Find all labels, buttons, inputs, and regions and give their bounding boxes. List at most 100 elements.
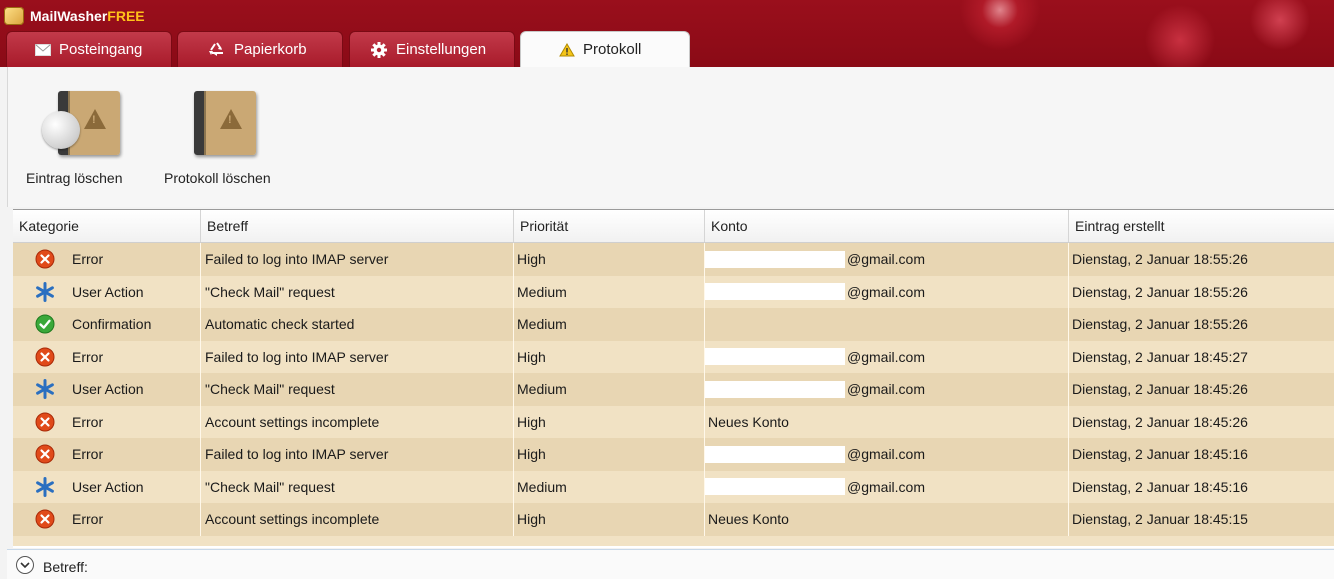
account-cell: @gmail.com xyxy=(705,438,1069,471)
redacted-email-mask xyxy=(705,250,845,268)
category-cell: Error xyxy=(13,243,201,276)
account-label: @gmail.com xyxy=(847,446,926,463)
account-cell: Neues Konto xyxy=(705,405,1069,438)
chevron-down-icon[interactable] xyxy=(16,556,34,574)
delete-log-label: Protokoll löschen xyxy=(164,170,271,186)
account-label: @gmail.com xyxy=(847,251,926,268)
category-cell: User Action xyxy=(13,275,201,308)
account-cell: Neues Konto xyxy=(705,503,1069,536)
account-label: @gmail.com xyxy=(847,381,926,398)
log-book-icon xyxy=(194,91,256,155)
created-cell: Dienstag, 2 Januar 18:45:16 xyxy=(1072,478,1248,495)
account-cell: @gmail.com xyxy=(705,340,1069,373)
category-cell: User Action xyxy=(13,373,201,406)
subject-cell: Account settings incomplete xyxy=(201,503,514,536)
category-cell: Error xyxy=(13,405,201,438)
priority-cell: High xyxy=(514,243,705,276)
table-row[interactable]: User Action "Check Mail" request Medium @gm… xyxy=(13,470,1334,503)
priority-cell: High xyxy=(514,503,705,536)
detail-panel: Betreff: xyxy=(7,549,1334,579)
subject-cell: Failed to log into IMAP server xyxy=(201,243,514,276)
table-row[interactable]: User Action "Check Mail" request Medium @gm… xyxy=(13,373,1334,406)
subject-cell: "Check Mail" request xyxy=(201,275,514,308)
redacted-email-mask xyxy=(705,283,845,301)
priority-cell: High xyxy=(514,438,705,471)
account-cell: @gmail.com xyxy=(705,470,1069,503)
created-cell: Dienstag, 2 Januar 18:55:26 xyxy=(1072,316,1248,333)
redacted-email-mask xyxy=(705,380,845,398)
delete-log-button[interactable]: Protokoll löschen xyxy=(158,67,298,197)
error-icon xyxy=(35,412,55,432)
tab-papierkorb[interactable]: Papierkorb xyxy=(177,31,343,67)
subject-cell: "Check Mail" request xyxy=(201,373,514,406)
log-table: Kategorie Betreff Priorität Konto Eintra… xyxy=(13,209,1334,548)
category-cell: Error xyxy=(13,503,201,536)
category-cell: Error xyxy=(13,438,201,471)
account-label: @gmail.com xyxy=(847,478,926,495)
column-header-betreff[interactable]: Betreff xyxy=(201,210,514,242)
account-label: @gmail.com xyxy=(847,283,926,300)
category-label: User Action xyxy=(72,478,144,495)
category-label: User Action xyxy=(72,381,144,398)
account-label: Neues Konto xyxy=(708,413,789,430)
detail-subject-label: Betreff: xyxy=(43,559,88,575)
delete-entry-label: Eintrag löschen xyxy=(26,170,123,186)
redacted-email-mask xyxy=(705,348,845,366)
account-cell xyxy=(705,308,1069,341)
redacted-email-mask xyxy=(705,478,845,496)
subject-cell: "Check Mail" request xyxy=(201,470,514,503)
category-label: Error xyxy=(72,511,104,528)
asterisk-icon xyxy=(35,379,55,400)
table-row[interactable] xyxy=(13,535,1334,546)
table-row[interactable]: Error Failed to log into IMAP server High @… xyxy=(13,340,1334,373)
priority-cell: Medium xyxy=(514,373,705,406)
account-label: Neues Konto xyxy=(708,511,789,528)
priority-cell: High xyxy=(514,405,705,438)
table-header: Kategorie Betreff Priorität Konto Eintra… xyxy=(13,210,1334,243)
error-icon xyxy=(35,347,55,367)
category-label: Error xyxy=(72,348,104,365)
column-header-kategorie[interactable]: Kategorie xyxy=(13,210,201,242)
priority-cell: High xyxy=(514,340,705,373)
column-header-konto[interactable]: Konto xyxy=(705,210,1069,242)
category-label: Error xyxy=(72,413,104,430)
table-row[interactable]: Confirmation Automatic check started Mediu… xyxy=(13,308,1334,341)
created-cell: Dienstag, 2 Januar 18:45:15 xyxy=(1072,511,1248,528)
priority-cell: Medium xyxy=(514,470,705,503)
table-row[interactable]: User Action "Check Mail" request Medium @gm… xyxy=(13,275,1334,308)
tab-posteingang[interactable]: Posteingang xyxy=(6,31,172,67)
check-icon xyxy=(35,314,55,334)
table-row[interactable]: Error Failed to log into IMAP server High @… xyxy=(13,243,1334,276)
toolbar: Eintrag löschen Protokoll löschen xyxy=(7,67,1334,207)
recycle-icon xyxy=(208,41,226,59)
priority-cell: Medium xyxy=(514,308,705,341)
tab-protokoll[interactable]: Protokoll xyxy=(520,31,690,67)
delete-entry-button[interactable]: Eintrag löschen xyxy=(18,67,168,197)
subject-cell: Automatic check started xyxy=(201,308,514,341)
category-label: User Action xyxy=(72,283,144,300)
table-body: Error Failed to log into IMAP server High @… xyxy=(13,243,1334,546)
table-row[interactable]: Error Failed to log into IMAP server High @… xyxy=(13,438,1334,471)
warning-icon xyxy=(559,42,575,57)
error-icon xyxy=(35,509,55,529)
table-row[interactable]: Error Account settings incomplete High Neue… xyxy=(13,405,1334,438)
column-header-prioritaet[interactable]: Priorität xyxy=(514,210,705,242)
envelope-icon xyxy=(35,43,51,56)
priority-cell: Medium xyxy=(514,275,705,308)
table-row[interactable]: Error Account settings incomplete High Neue… xyxy=(13,503,1334,536)
created-cell: Dienstag, 2 Januar 18:45:26 xyxy=(1072,381,1248,398)
column-header-eintrag-erstellt[interactable]: Eintrag erstellt xyxy=(1069,210,1334,242)
category-cell: User Action xyxy=(13,470,201,503)
created-cell: Dienstag, 2 Januar 18:45:16 xyxy=(1072,446,1248,463)
gear-icon xyxy=(370,41,388,59)
tab-einstellungen[interactable]: Einstellungen xyxy=(349,31,515,67)
created-cell: Dienstag, 2 Januar 18:45:27 xyxy=(1072,348,1248,365)
category-cell: Confirmation xyxy=(13,308,201,341)
account-cell: @gmail.com xyxy=(705,373,1069,406)
category-label: Confirmation xyxy=(72,316,152,333)
subject-cell: Account settings incomplete xyxy=(201,405,514,438)
account-cell: @gmail.com xyxy=(705,243,1069,276)
redacted-email-mask xyxy=(705,445,845,463)
app-title: MailWasherFREE xyxy=(30,8,145,24)
subject-cell: Failed to log into IMAP server xyxy=(201,340,514,373)
